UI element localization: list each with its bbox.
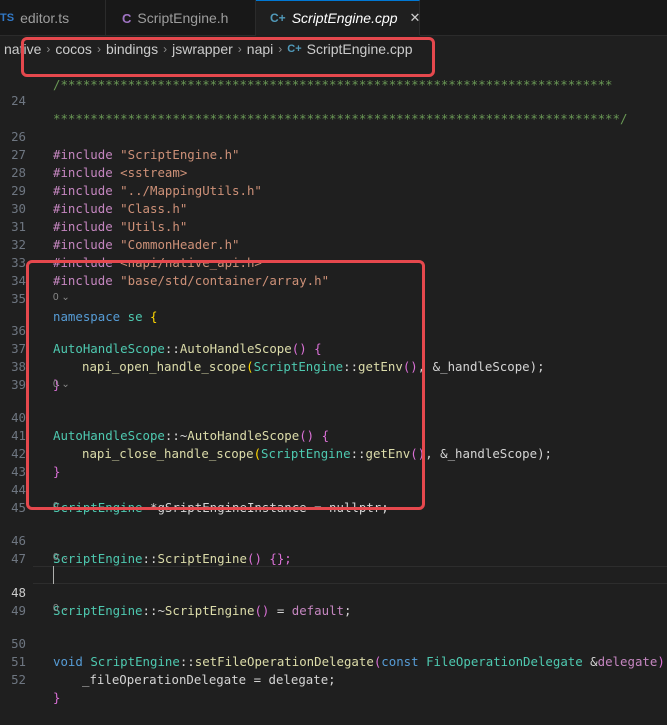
code-line[interactable]: 30 #include "Utils.h" xyxy=(0,182,667,234)
codelens-reference-count[interactable]: 0 ⌄ xyxy=(53,600,70,617)
typescript-file-icon: TS xyxy=(0,12,15,24)
code-line[interactable]: 46 ScriptEngine::ScriptEngine() {}; xyxy=(0,514,667,566)
code-line[interactable]: 28 #include "../MappingUtils.h" xyxy=(0,146,667,198)
highlight-box-code xyxy=(26,260,425,510)
code-line[interactable]: 33 #include "base/std/container/array.h" xyxy=(0,236,667,288)
tab-scriptengine-cpp[interactable]: C+ ScriptEngine.cpp ✕ xyxy=(256,0,420,36)
cpp-file-icon: C+ xyxy=(270,11,286,25)
code-line[interactable]: 49 xyxy=(0,584,667,618)
tab-label: ScriptEngine.h xyxy=(137,10,229,26)
close-icon[interactable]: ✕ xyxy=(410,10,421,26)
line-number: 24 xyxy=(11,93,26,108)
tab-scriptengine-h[interactable]: C ScriptEngine.h xyxy=(106,0,256,36)
code-line[interactable]: 51 _fileOperationDelegate = delegate; xyxy=(0,635,667,687)
tab-bar: TS editor.ts C ScriptEngine.h C+ ScriptE… xyxy=(0,0,667,36)
code-line[interactable]: 50 void ScriptEngine::setFileOperationDe… xyxy=(0,617,667,669)
code-line-current[interactable]: 48 ScriptEngine::~ScriptEngine() = defau… xyxy=(0,566,667,618)
code-line[interactable]: 29 #include "Class.h" xyxy=(0,164,667,216)
tab-editor-ts[interactable]: TS editor.ts xyxy=(0,0,106,36)
code-line[interactable]: 27 #include <sstream> xyxy=(0,128,667,180)
line-number: 52 xyxy=(11,672,26,687)
code-line[interactable]: 52 } xyxy=(0,653,667,705)
code-line[interactable]: 32 #include <napi/native_api.h> xyxy=(0,218,667,270)
codelens-reference-count[interactable]: 0 ⌄ xyxy=(53,549,70,566)
highlight-box-breadcrumb xyxy=(21,37,435,77)
tab-label: editor.ts xyxy=(20,10,70,26)
c-header-file-icon: C xyxy=(122,10,132,26)
tab-label: ScriptEngine.cpp xyxy=(291,10,398,26)
code-line[interactable]: 26 #include "ScriptEngine.h" xyxy=(0,110,667,162)
code-line[interactable]: 47 xyxy=(0,532,667,566)
code-line[interactable]: 31 #include "CommonHeader.h" xyxy=(0,200,667,252)
